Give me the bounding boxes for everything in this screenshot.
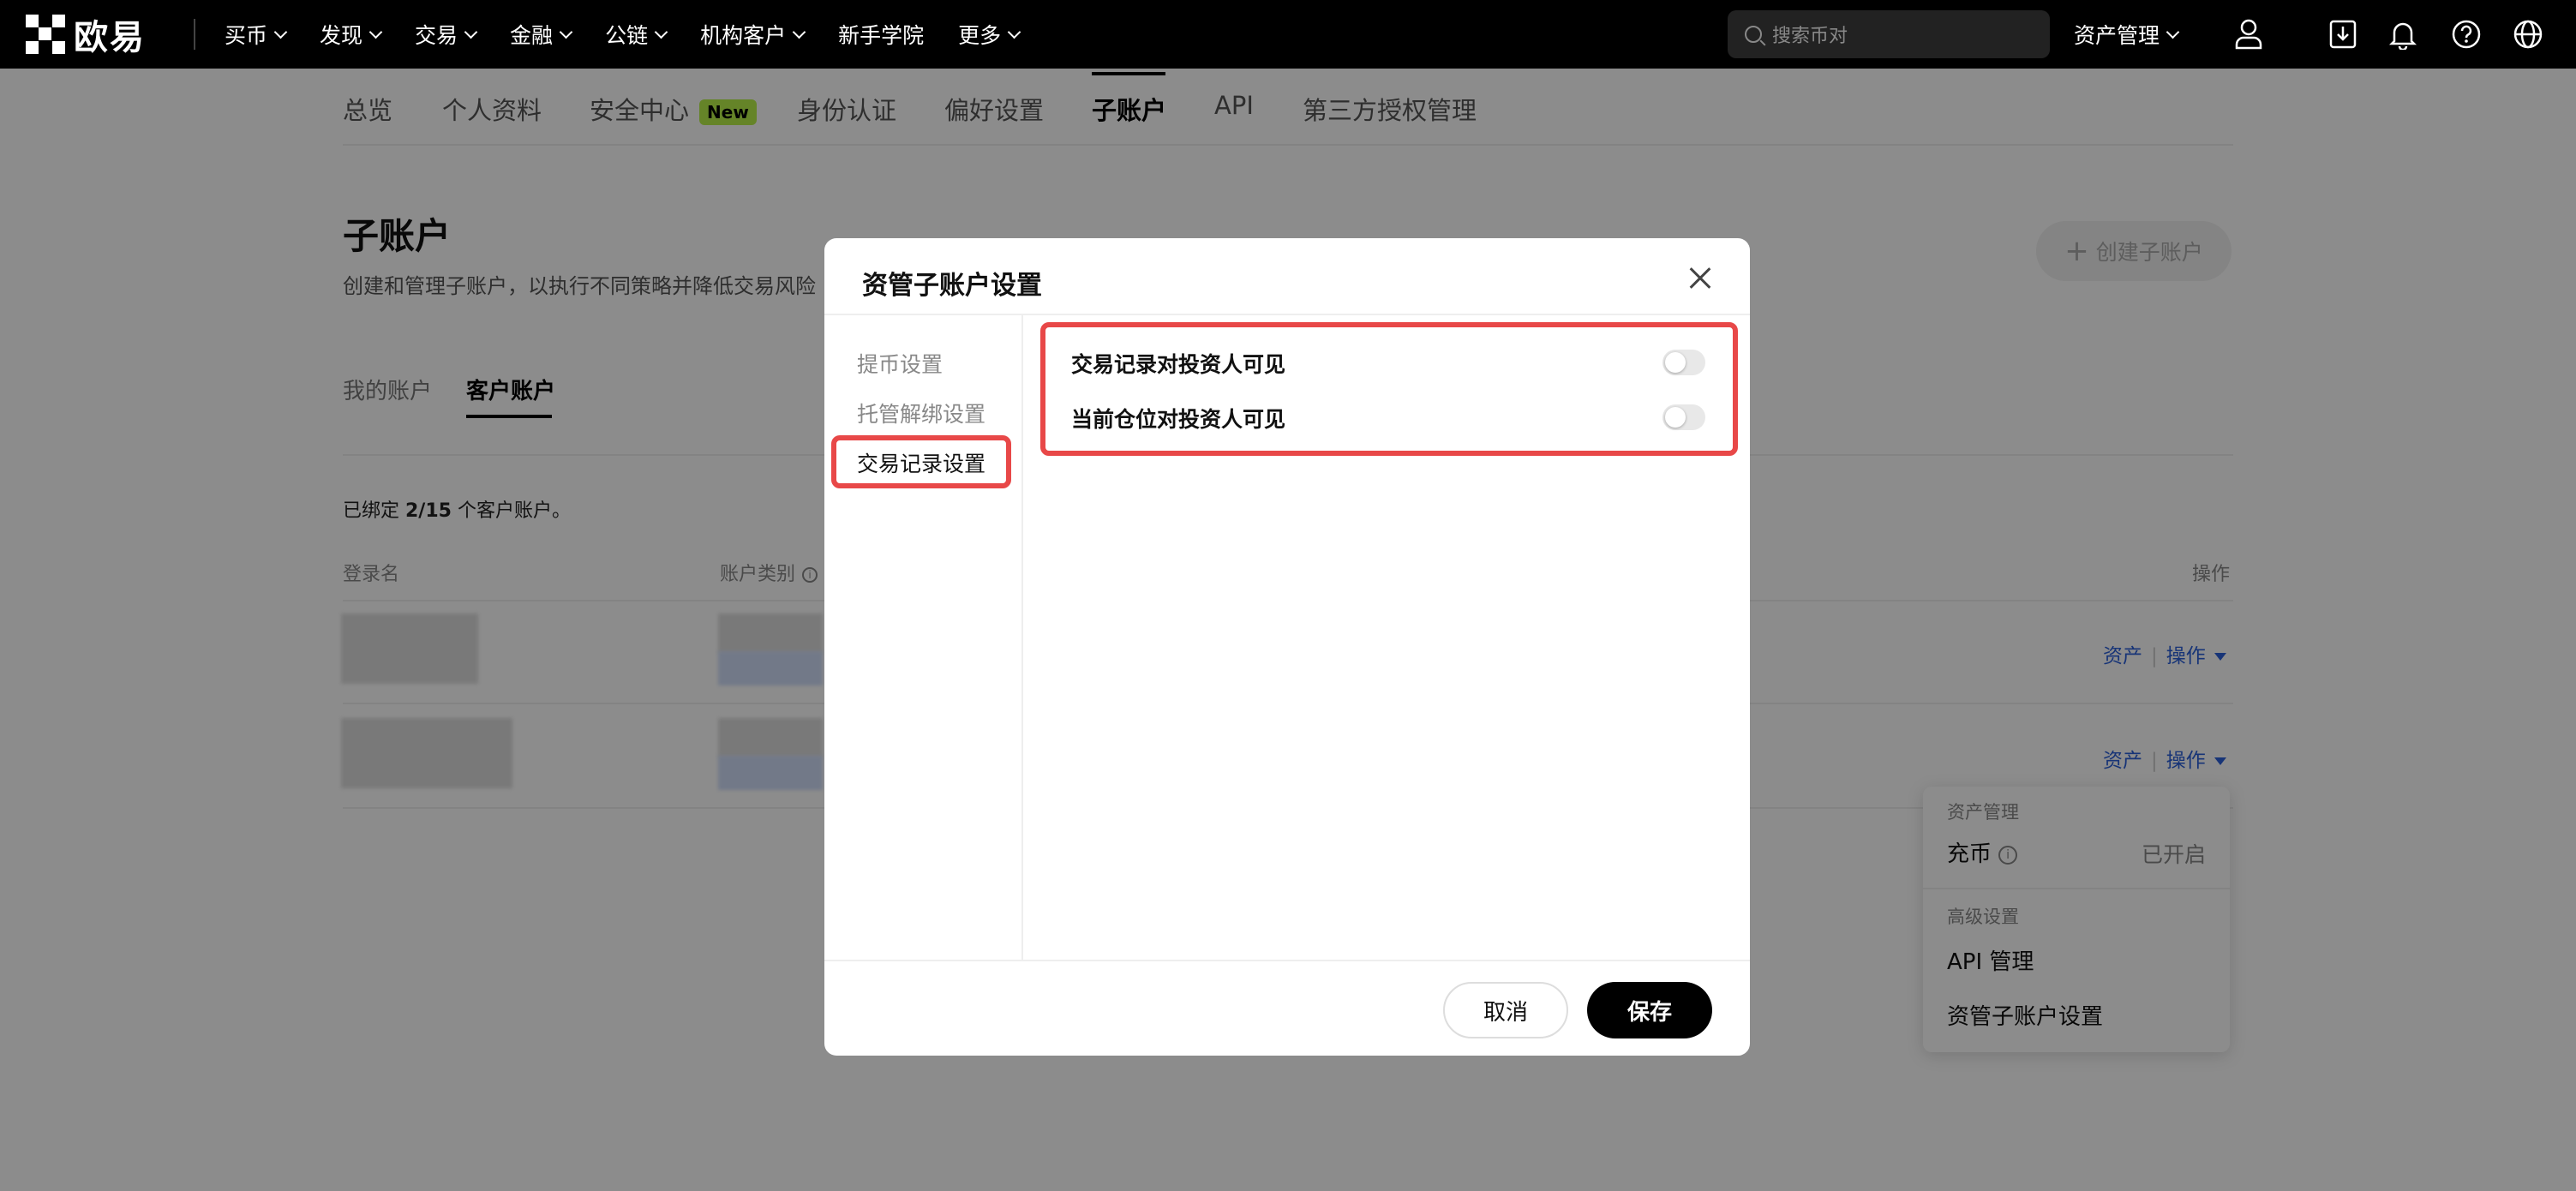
user-icon[interactable] xyxy=(2230,15,2267,53)
nav-item-finance[interactable]: 金融 xyxy=(510,19,573,50)
asset-management-menu[interactable]: 资产管理 xyxy=(2074,0,2180,69)
divider xyxy=(824,314,1750,315)
logo-mark-icon xyxy=(26,15,65,54)
nav-item-trade[interactable]: 交易 xyxy=(415,19,478,50)
close-icon[interactable] xyxy=(1683,260,1717,295)
main-nav-menu: 买币 发现 交易 金融 公链 机构客户 新手学院 更多 xyxy=(225,0,1053,69)
chevron-down-icon xyxy=(792,25,806,39)
side-menu-withdrawal-settings[interactable]: 提币设置 xyxy=(857,348,943,379)
search-input[interactable]: 搜索币对 xyxy=(1728,10,2050,58)
nav-separator xyxy=(194,19,195,50)
managed-sub-account-settings-modal: 资管子账户设置 提币设置 托管解绑设置 交易记录设置 交易记录对投资人可见 当前… xyxy=(824,238,1750,1056)
chevron-down-icon xyxy=(464,25,478,39)
toggle-knob xyxy=(1665,352,1686,373)
search-icon xyxy=(1745,26,1762,43)
okx-logo[interactable]: 欧易 xyxy=(26,12,146,57)
side-menu-custody-unbind-settings[interactable]: 托管解绑设置 xyxy=(857,398,985,428)
nav-item-chain[interactable]: 公链 xyxy=(605,19,668,50)
chevron-down-icon xyxy=(368,25,383,39)
chevron-down-icon xyxy=(654,25,668,39)
highlight-annotation xyxy=(831,435,1011,488)
setting-trade-records-visible-label: 交易记录对投资人可见 xyxy=(1071,352,1286,377)
globe-icon[interactable] xyxy=(2509,15,2547,53)
divider xyxy=(824,960,1750,961)
cancel-button[interactable]: 取消 xyxy=(1443,982,1568,1038)
nav-item-discover[interactable]: 发现 xyxy=(320,19,383,50)
toggle-knob xyxy=(1665,407,1686,428)
chevron-down-icon xyxy=(1007,25,1021,39)
highlight-annotation xyxy=(1040,322,1738,456)
nav-item-academy[interactable]: 新手学院 xyxy=(838,19,924,50)
setting-positions-visible-label: 当前仓位对投资人可见 xyxy=(1071,407,1286,432)
modal-title: 资管子账户设置 xyxy=(862,271,1042,301)
chevron-down-icon xyxy=(559,25,573,39)
nav-item-more[interactable]: 更多 xyxy=(958,19,1021,50)
bell-icon[interactable] xyxy=(2384,15,2422,53)
trade-records-visible-toggle[interactable] xyxy=(1662,350,1705,375)
chevron-down-icon xyxy=(273,25,288,39)
search-placeholder: 搜索币对 xyxy=(1772,26,1848,47)
nav-item-buy-crypto[interactable]: 买币 xyxy=(225,19,288,50)
download-icon[interactable] xyxy=(2324,15,2362,53)
chevron-down-icon xyxy=(2166,25,2180,39)
top-navigation-bar: 欧易 买币 发现 交易 金融 公链 机构客户 新手学院 更多 搜索币对 资产管理 xyxy=(0,0,2576,69)
help-icon[interactable] xyxy=(2447,15,2485,53)
positions-visible-toggle[interactable] xyxy=(1662,404,1705,430)
nav-item-institutional[interactable]: 机构客户 xyxy=(700,19,806,50)
divider xyxy=(1021,315,1023,960)
logo-text: 欧易 xyxy=(74,18,146,57)
save-button[interactable]: 保存 xyxy=(1587,982,1712,1038)
